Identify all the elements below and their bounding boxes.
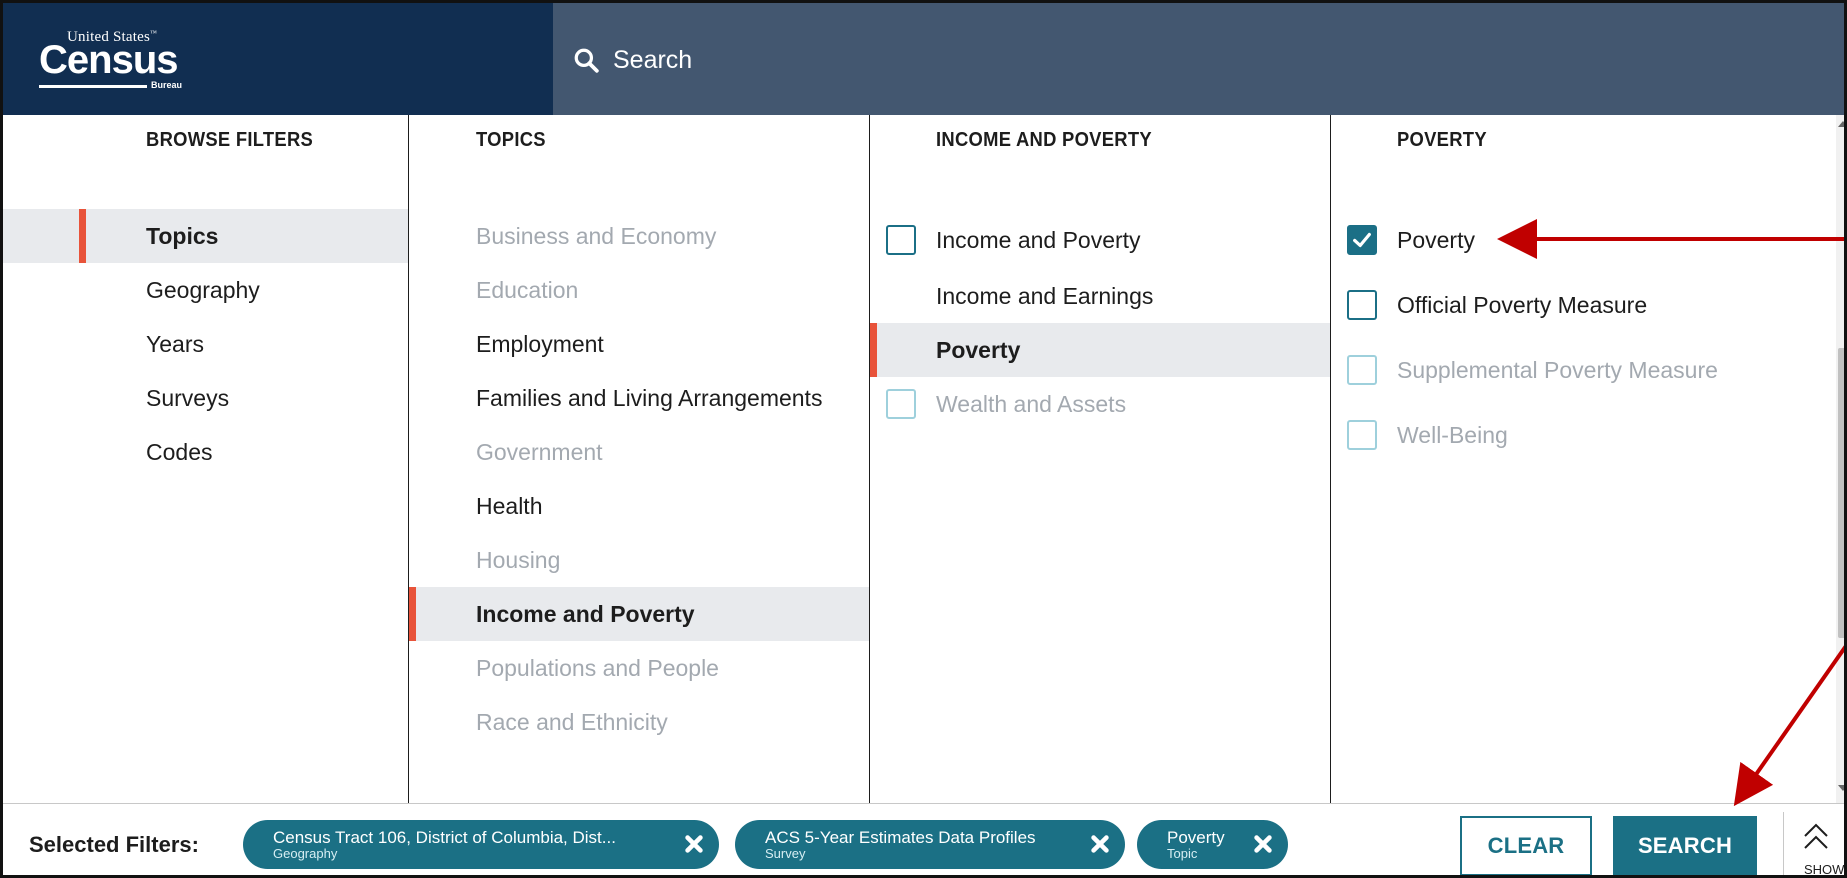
browse-item-label: Surveys [146, 384, 230, 411]
topic-label: Business and Economy [476, 222, 717, 249]
topics-column: TOPICS Business and Economy Education Em… [408, 115, 869, 803]
browse-item-topics[interactable]: Topics [3, 209, 408, 263]
topics-heading: TOPICS [476, 129, 546, 151]
subtopic-label: Wealth and Assets [936, 390, 1127, 417]
poverty-item-poverty[interactable]: Poverty [1331, 213, 1820, 267]
search-button[interactable]: SEARCH [1613, 816, 1757, 875]
remove-chip-icon[interactable] [1252, 833, 1274, 855]
topic-item: Populations and People [409, 641, 869, 695]
subtopic-item-poverty[interactable]: Poverty [870, 323, 1330, 377]
topic-item[interactable]: Families and Living Arrangements [409, 371, 869, 425]
topic-label: Education [476, 276, 579, 303]
checkbox-unchecked[interactable] [886, 225, 916, 255]
subtopic-label: Income and Earnings [936, 282, 1154, 309]
top-bar: United States™ Census Bureau Search [3, 3, 1844, 115]
poverty-item-label: Official Poverty Measure [1397, 291, 1648, 318]
topic-item: Business and Economy [409, 209, 869, 263]
census-logo[interactable]: United States™ Census Bureau [39, 29, 189, 90]
filter-chip-survey[interactable]: ACS 5-Year Estimates Data Profiles Surve… [735, 820, 1125, 869]
browse-item-label: Topics [146, 222, 219, 249]
browse-item-label: Geography [146, 276, 260, 303]
chip-type: Survey [765, 846, 806, 861]
topic-label: Employment [476, 330, 604, 357]
browse-item-geography[interactable]: Geography [3, 263, 408, 317]
topic-label: Housing [476, 546, 561, 573]
logo-bottom-text: Bureau [151, 80, 183, 90]
topic-label: Populations and People [476, 654, 719, 681]
search-placeholder: Search [613, 45, 693, 74]
show-label: SHOW [1804, 862, 1845, 877]
topic-label: Income and Poverty [476, 600, 695, 627]
checkbox-disabled [1347, 355, 1377, 385]
logo-area: United States™ Census Bureau [3, 3, 553, 115]
income-poverty-column: INCOME AND POVERTY Income and Poverty In… [869, 115, 1330, 803]
poverty-item-label: Well-Being [1397, 421, 1508, 448]
chip-title: ACS 5-Year Estimates Data Profiles [765, 828, 1036, 847]
income-poverty-heading: INCOME AND POVERTY [936, 129, 1152, 151]
double-chevron-up-icon [1804, 823, 1828, 849]
subtopic-item-income-and-poverty[interactable]: Income and Poverty [870, 213, 1330, 267]
subtopic-label: Poverty [936, 336, 1021, 363]
topic-label: Families and Living Arrangements [476, 384, 823, 411]
chip-type: Geography [273, 846, 338, 861]
topic-label: Government [476, 438, 603, 465]
topic-item: Race and Ethnicity [409, 695, 869, 749]
poverty-heading: POVERTY [1397, 129, 1487, 151]
scrollbar-thumb[interactable] [1838, 348, 1844, 638]
scroll-up-arrow-icon[interactable] [1838, 121, 1844, 127]
show-toggle[interactable]: SHOW [1783, 812, 1845, 877]
browse-filters-column: BROWSE FILTERS Topics Geography Years Su… [3, 115, 408, 803]
browse-filters-heading: BROWSE FILTERS [146, 129, 314, 151]
search-icon [574, 48, 599, 73]
app-frame: United States™ Census Bureau Search BROW… [0, 0, 1847, 878]
browse-item-label: Codes [146, 438, 213, 465]
topic-label: Race and Ethnicity [476, 708, 668, 735]
chip-type: Topic [1167, 846, 1198, 861]
scroll-down-arrow-icon[interactable] [1838, 785, 1844, 791]
selected-filters-bar: Selected Filters: Census Tract 106, Dist… [3, 803, 1845, 877]
checkbox-disabled [1347, 420, 1377, 450]
poverty-item-label: Supplemental Poverty Measure [1397, 356, 1718, 383]
checkbox-checked[interactable] [1347, 225, 1377, 255]
browse-item-surveys[interactable]: Surveys [3, 371, 408, 425]
subtopic-item-wealth-and-assets: Wealth and Assets [870, 377, 1330, 431]
topic-item: Housing [409, 533, 869, 587]
poverty-item-well-being: Well-Being [1331, 408, 1820, 462]
poverty-item-label: Poverty [1397, 226, 1475, 253]
logo-underline [39, 85, 147, 88]
chip-title: Poverty [1167, 828, 1225, 847]
checkmark-icon [1353, 232, 1371, 248]
checkbox-disabled [886, 389, 916, 419]
filter-chip-geography[interactable]: Census Tract 106, District of Columbia, … [243, 820, 719, 869]
search-input[interactable]: Search [573, 43, 692, 77]
browse-item-years[interactable]: Years [3, 317, 408, 371]
filter-chip-topic[interactable]: Poverty Topic [1137, 820, 1288, 869]
topic-item[interactable]: Health [409, 479, 869, 533]
poverty-item-supplemental-measure: Supplemental Poverty Measure [1331, 343, 1820, 397]
remove-chip-icon[interactable] [1089, 833, 1111, 855]
topic-item: Government [409, 425, 869, 479]
checkbox-unchecked[interactable] [1347, 290, 1377, 320]
browse-item-codes[interactable]: Codes [3, 425, 408, 479]
clear-button[interactable]: CLEAR [1460, 816, 1592, 875]
poverty-item-official-measure[interactable]: Official Poverty Measure [1331, 278, 1820, 332]
remove-chip-icon[interactable] [683, 833, 705, 855]
chip-title: Census Tract 106, District of Columbia, … [273, 828, 616, 847]
topic-label: Health [476, 492, 543, 519]
topic-item[interactable]: Employment [409, 317, 869, 371]
logo-main-text: Census [39, 38, 178, 82]
subtopic-label: Income and Poverty [936, 226, 1141, 253]
browse-item-label: Years [146, 330, 204, 357]
selected-filters-label: Selected Filters: [29, 832, 199, 857]
topic-item-income-and-poverty[interactable]: Income and Poverty [409, 587, 869, 641]
poverty-column: POVERTY Poverty Official Poverty Measure… [1330, 115, 1820, 803]
topic-item: Education [409, 263, 869, 317]
subtopic-item-income-and-earnings[interactable]: Income and Earnings [870, 269, 1330, 323]
